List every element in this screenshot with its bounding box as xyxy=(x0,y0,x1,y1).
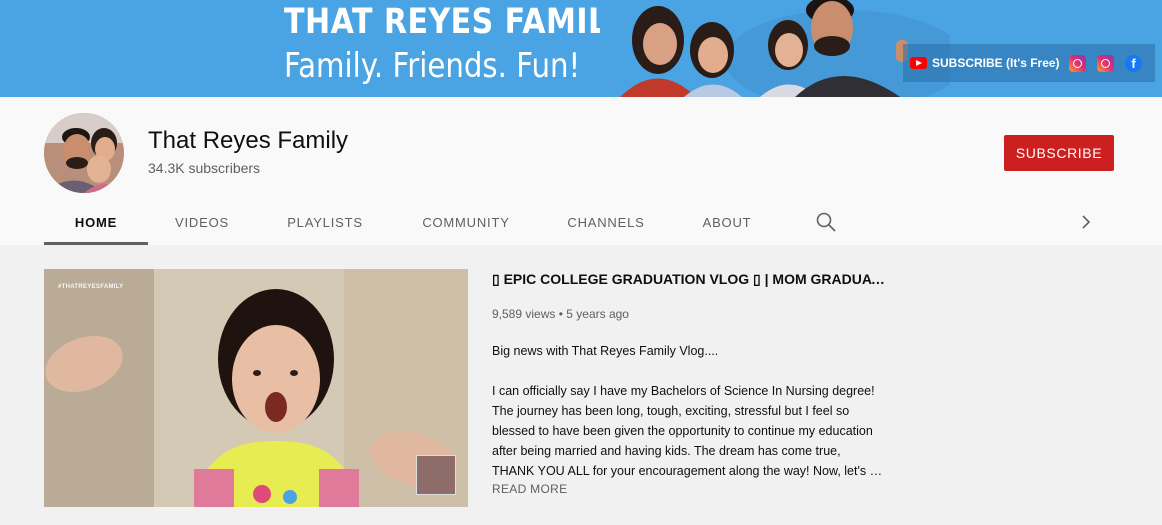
description-line: I can officially say I have my Bachelors… xyxy=(492,384,875,398)
instagram-icon[interactable] xyxy=(1097,54,1114,72)
youtube-icon xyxy=(910,57,927,69)
instagram-icon[interactable] xyxy=(1069,54,1086,72)
tab-home[interactable]: HOME xyxy=(44,202,148,242)
channel-avatar[interactable] xyxy=(44,113,124,193)
thumbnail-inset-image xyxy=(416,455,456,495)
subscribe-button[interactable]: SUBSCRIBE xyxy=(1004,135,1114,171)
banner-subscribe-link[interactable]: SUBSCRIBE (It's Free) xyxy=(903,44,1060,82)
banner-family-photo xyxy=(600,0,950,97)
description-line: THANK YOU ALL for your encouragement alo… xyxy=(492,464,883,478)
tab-about[interactable]: ABOUT xyxy=(686,202,768,242)
facebook-icon[interactable]: f xyxy=(1125,54,1142,72)
tab-playlists[interactable]: PLAYLISTS xyxy=(272,202,378,242)
video-description: Big news with That Reyes Family Vlog....… xyxy=(492,341,892,481)
thumbnail-image xyxy=(44,269,468,507)
description-line: The journey has been long, tough, exciti… xyxy=(492,404,850,418)
view-count: 9,589 views xyxy=(492,307,556,321)
featured-video-section: #THATREYESFAMILY ▯ EPIC COLLEGE GRADUATI… xyxy=(0,245,1162,525)
read-more-link[interactable]: READ MORE xyxy=(492,482,567,496)
description-line: after being married and having kids. The… xyxy=(492,444,841,458)
subscriber-count: 34.3K subscribers xyxy=(148,160,261,176)
channel-banner: THAT REYES FAMILY Family. Friends. Fun! … xyxy=(0,0,1162,97)
upload-age: 5 years ago xyxy=(566,307,629,321)
channel-name[interactable]: That Reyes Family xyxy=(148,127,348,155)
channel-header: That Reyes Family 34.3K subscribers SUBS… xyxy=(0,97,1162,245)
channel-tabs: HOME VIDEOS PLAYLISTS COMMUNITY CHANNELS… xyxy=(44,202,1114,245)
avatar-photo xyxy=(44,113,124,193)
video-meta: 9,589 views • 5 years ago xyxy=(492,307,629,321)
tab-videos[interactable]: VIDEOS xyxy=(154,202,250,242)
banner-links: SUBSCRIBE (It's Free) f xyxy=(903,44,1155,82)
banner-tagline: Family. Friends. Fun! xyxy=(284,46,581,86)
chevron-right-icon[interactable] xyxy=(1074,210,1098,234)
banner-subscribe-label: SUBSCRIBE (It's Free) xyxy=(932,56,1060,70)
description-intro: Big news with That Reyes Family Vlog.... xyxy=(492,344,719,358)
tab-channels[interactable]: CHANNELS xyxy=(550,202,662,242)
video-thumbnail[interactable]: #THATREYESFAMILY xyxy=(44,269,468,507)
meta-separator: • xyxy=(558,307,563,321)
tab-community[interactable]: COMMUNITY xyxy=(404,202,528,242)
description-line: blessed to have been given the opportuni… xyxy=(492,424,873,438)
thumbnail-watermark: #THATREYESFAMILY xyxy=(58,284,124,290)
banner-title: THAT REYES FAMILY xyxy=(284,2,626,42)
video-title[interactable]: ▯ EPIC COLLEGE GRADUATION VLOG ▯ | MOM G… xyxy=(492,271,892,288)
search-icon[interactable] xyxy=(814,210,838,234)
